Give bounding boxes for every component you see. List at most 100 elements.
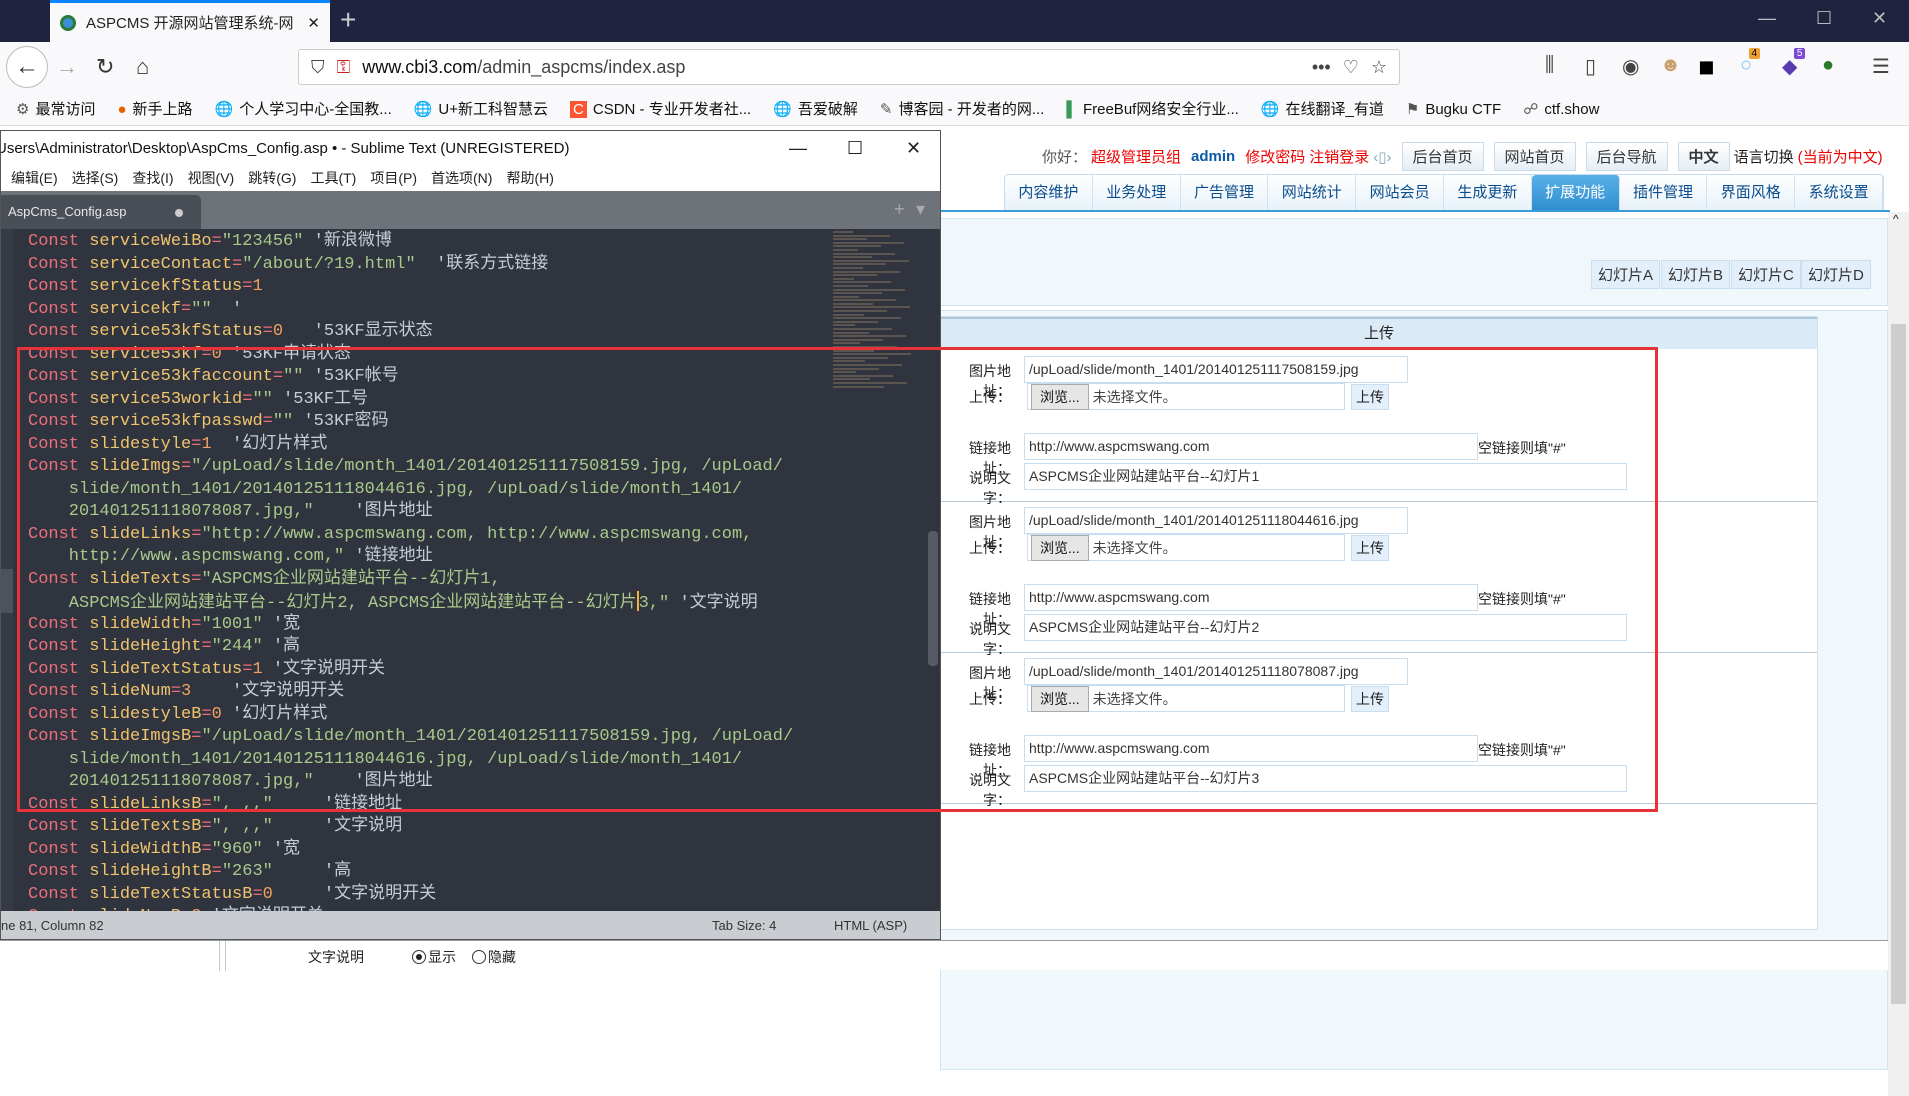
more-actions-icon[interactable]: ••• [1312, 57, 1331, 78]
pocket-icon[interactable]: ♡ [1343, 57, 1359, 78]
minimap[interactable] [833, 231, 925, 391]
bookmark-star-icon[interactable]: ☆ [1371, 57, 1387, 78]
forward-button[interactable]: → [56, 54, 78, 80]
tab-size[interactable]: Tab Size: 4 [712, 911, 776, 939]
editor-scrollbar[interactable] [928, 531, 938, 666]
editor-menu-item[interactable]: 首选项(N) [431, 166, 492, 191]
link-url-input[interactable]: http://www.aspcmswang.com [1024, 433, 1478, 460]
browser-tab[interactable]: ASPCMS 开源网站管理系统-网 ✕ [50, 0, 330, 42]
syntax-mode[interactable]: HTML (ASP) [834, 911, 907, 939]
radio-show[interactable]: 显示 [412, 947, 456, 967]
image-url-input[interactable]: /upLoad/slide/month_1401/201401251118078… [1024, 658, 1408, 685]
file-picker[interactable]: 浏览... 未选择文件。 [1027, 534, 1345, 561]
new-tab-icon[interactable]: + [340, 4, 356, 36]
image-url-input[interactable]: /upLoad/slide/month_1401/201401251118044… [1024, 507, 1408, 534]
back-button[interactable]: ← [6, 46, 48, 88]
link-url-input[interactable]: http://www.aspcmswang.com [1024, 735, 1478, 762]
radio-hide[interactable]: 隐藏 [472, 947, 516, 967]
home-button[interactable]: ⌂ [136, 54, 149, 80]
shield-icon[interactable]: ⛉ [311, 57, 325, 78]
url-bar[interactable]: ⛉ ⚿ www.cbi3.com/admin_aspcms/index.asp … [298, 49, 1400, 85]
link-url-input[interactable]: http://www.aspcmswang.com [1024, 584, 1478, 611]
editor-menu-item[interactable]: 项目(P) [370, 166, 417, 191]
tab-dropdown-icon[interactable]: ▾ [916, 199, 925, 220]
bookmark-item[interactable]: 🌐 U+新工科智慧云 [414, 98, 548, 119]
description-input[interactable]: ASPCMS企业网站建站平台--幻灯片1 [1024, 463, 1627, 490]
nav-tab[interactable]: 生成更新 [1444, 175, 1532, 210]
code-area[interactable]: Const serviceWeiBo="123456" '新浪微博 Const s… [1, 229, 831, 911]
maximize-icon[interactable]: ☐ [1816, 8, 1832, 29]
image-url-input[interactable]: /upLoad/slide/month_1401/201401251117508… [1024, 356, 1408, 383]
nav-tab[interactable]: 业务处理 [1093, 175, 1181, 210]
editor-close-icon[interactable]: ✕ [906, 131, 921, 166]
nav-tab[interactable]: 广告管理 [1181, 175, 1269, 210]
nav-tab[interactable]: 网站统计 [1268, 175, 1357, 210]
account-icon[interactable]: ◉ [1622, 54, 1639, 79]
menu-hamburger-icon[interactable]: ☰ [1872, 54, 1890, 79]
editor-tab[interactable]: AspCms_Config.asp [1, 195, 201, 229]
bookmark-item[interactable]: 🌐 吾爱破解 [773, 98, 858, 119]
scroll-arrows-icon[interactable]: ‹▯› [1373, 148, 1391, 166]
file-picker[interactable]: 浏览... 未选择文件。 [1027, 383, 1345, 410]
close-tab-icon[interactable]: ✕ [307, 14, 320, 32]
extension-diamond-icon[interactable]: ◆ 5 [1782, 48, 1806, 79]
browse-button[interactable]: 浏览... [1031, 383, 1089, 410]
extension-icon[interactable]: ◼ [1698, 54, 1715, 79]
editor-menu-item[interactable]: 跳转(G) [248, 166, 296, 191]
sidebar-icon[interactable]: ▯ [1585, 54, 1596, 79]
file-picker[interactable]: 浏览... 未选择文件。 [1027, 685, 1345, 712]
nav-tab[interactable]: 系统设置 [1795, 175, 1883, 210]
url-text[interactable]: www.cbi3.com/admin_aspcms/index.asp [362, 57, 1300, 78]
bookmark-item[interactable]: 🌐 个人学习中心-全国教... [215, 98, 392, 119]
editor-menu-item[interactable]: 查找(I) [132, 166, 173, 191]
slide-c-button[interactable]: 幻灯片C [1731, 260, 1801, 289]
logout-link[interactable]: 注销登录 [1309, 146, 1369, 167]
description-input[interactable]: ASPCMS企业网站建站平台--幻灯片2 [1024, 614, 1627, 641]
nav-tab[interactable]: 界面风格 [1707, 175, 1796, 210]
minimize-icon[interactable]: — [1758, 8, 1776, 29]
bookmark-item[interactable]: ⚑ Bugku CTF [1406, 100, 1501, 118]
bookmark-item[interactable]: ▌ FreeBuf网络安全行业... [1066, 98, 1239, 119]
bookmark-item[interactable]: ● 新手上路 [117, 98, 192, 119]
editor-menu-item[interactable]: 选择(S) [72, 166, 119, 191]
slide-b-button[interactable]: 幻灯片B [1661, 260, 1731, 289]
upload-button[interactable]: 上传 [1351, 384, 1389, 410]
radio-unchecked-icon[interactable] [472, 950, 486, 964]
nav-tab[interactable]: 插件管理 [1620, 175, 1708, 210]
nav-tab[interactable]: 扩展功能 [1531, 175, 1620, 210]
page-scrollbar[interactable]: ^ [1888, 212, 1909, 1096]
bookmark-item[interactable]: ⚙ 最常访问 [16, 98, 95, 119]
editor-menu-item[interactable]: 工具(T) [310, 166, 356, 191]
radio-checked-icon[interactable] [412, 950, 426, 964]
upload-button[interactable]: 上传 [1351, 686, 1389, 712]
extension-ring-icon[interactable]: ○ 4 [1740, 48, 1761, 77]
slide-d-button[interactable]: 幻灯片D [1801, 260, 1871, 289]
bookmark-item[interactable]: C CSDN - 专业开发者社... [570, 98, 751, 119]
admin-home-button[interactable]: 后台首页 [1401, 142, 1484, 171]
nav-tab[interactable]: 网站会员 [1356, 175, 1444, 210]
upload-button[interactable]: 上传 [1351, 535, 1389, 561]
admin-nav-button[interactable]: 后台导航 [1585, 142, 1668, 171]
reload-button[interactable]: ↻ [96, 54, 114, 80]
bookmark-item[interactable]: 🌐 在线翻译_有道 [1261, 98, 1384, 119]
bookmark-item[interactable]: ✎ 博客园 - 开发者的网... [880, 98, 1044, 119]
slide-a-button[interactable]: 幻灯片A [1591, 260, 1661, 289]
browse-button[interactable]: 浏览... [1031, 534, 1089, 561]
chinese-language-button[interactable]: 中文 [1677, 142, 1730, 171]
description-input[interactable]: ASPCMS企业网站建站平台--幻灯片3 [1024, 765, 1627, 792]
unsaved-dot-icon[interactable] [175, 209, 183, 217]
tampermonkey-extension-icon[interactable]: ☻ [1660, 54, 1681, 77]
library-icon[interactable]: ⫼ [1545, 54, 1554, 77]
browse-button[interactable]: 浏览... [1031, 685, 1089, 712]
extension-green-icon[interactable]: ● [1822, 54, 1834, 77]
editor-menu-item[interactable]: 编辑(E) [11, 166, 58, 191]
nav-tab[interactable]: 内容维护 [1005, 175, 1093, 210]
insecure-lock-icon[interactable]: ⚿ [337, 57, 351, 78]
change-password-link[interactable]: 修改密码 [1245, 146, 1305, 167]
editor-menu-item[interactable]: 视图(V) [188, 166, 235, 191]
editor-minimize-icon[interactable]: — [789, 131, 807, 166]
close-window-icon[interactable]: ✕ [1872, 8, 1887, 29]
editor-menu-item[interactable]: 帮助(H) [506, 166, 553, 191]
new-tab-plus-icon[interactable]: + [894, 199, 905, 220]
bookmark-item[interactable]: ☍ ctf.show [1523, 100, 1599, 118]
